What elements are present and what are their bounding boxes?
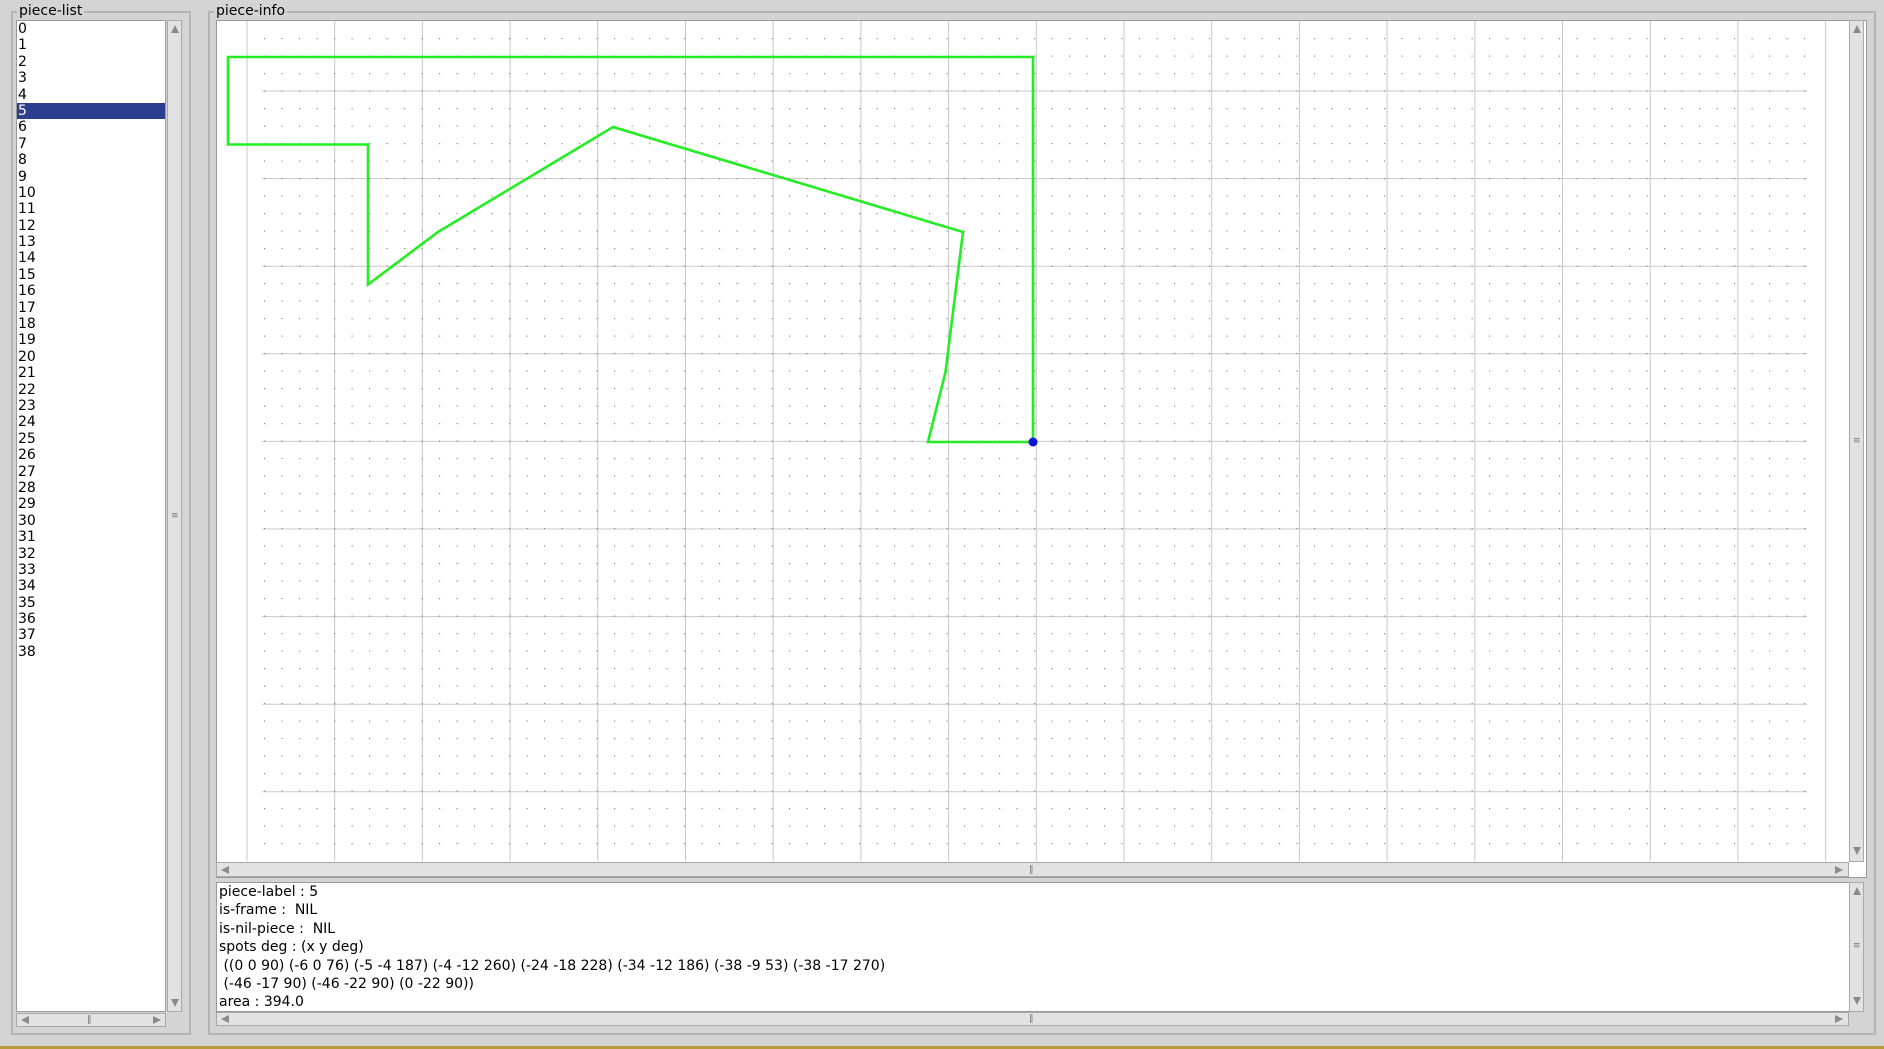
is-frame-line: is-frame : NIL: [219, 902, 318, 919]
piece-list-item[interactable]: 12: [17, 218, 165, 234]
piece-list-item[interactable]: 14: [17, 250, 165, 266]
scroll-left-icon[interactable]: [21, 1016, 29, 1024]
piece-list-item[interactable]: 35: [17, 595, 165, 611]
piece-list-item[interactable]: 19: [17, 332, 165, 348]
scroll-up-icon[interactable]: [171, 25, 179, 33]
scroll-grip-icon[interactable]: ‖: [87, 1015, 92, 1025]
piece-info-text[interactable]: piece-label : 5 is-frame : NIL is-nil-pi…: [216, 882, 1850, 1012]
piece-list-item[interactable]: 13: [17, 234, 165, 250]
piece-list-item[interactable]: 34: [17, 578, 165, 594]
piece-list-item[interactable]: 22: [17, 382, 165, 398]
piece-list-item[interactable]: 32: [17, 546, 165, 562]
origin-spot: [1028, 437, 1038, 447]
canvas-vertical-scrollbar[interactable]: ≡: [1849, 20, 1864, 862]
scroll-up-icon[interactable]: [1853, 25, 1861, 33]
piece-list-item[interactable]: 38: [17, 644, 165, 660]
piece-list-item[interactable]: 37: [17, 627, 165, 643]
piece-list-box[interactable]: 0 1 2 3 4 5 6 7 8 9 10 11 12 13 14 15 16 17 18 19 20 21 22 23 24…: [16, 20, 166, 1012]
spots-values-line: (-46 -17 90) (-46 -22 90) (0 -22 90)): [219, 975, 474, 992]
scroll-down-icon[interactable]: [171, 999, 179, 1007]
scroll-down-icon[interactable]: [1853, 847, 1861, 855]
piece-info-title: piece-info: [214, 2, 288, 20]
piece-list-item[interactable]: 27: [17, 464, 165, 480]
scroll-left-icon[interactable]: [221, 866, 229, 874]
piece-list-item[interactable]: 30: [17, 513, 165, 529]
scroll-left-icon[interactable]: [221, 1015, 229, 1023]
text-vertical-scrollbar[interactable]: ≡: [1849, 882, 1864, 1012]
piece-list-item[interactable]: 1: [17, 37, 165, 53]
piece-list-item[interactable]: 33: [17, 562, 165, 578]
scroll-down-icon[interactable]: [1853, 997, 1861, 1005]
piece-list-item[interactable]: 36: [17, 611, 165, 627]
piece-list-item[interactable]: 17: [17, 300, 165, 316]
piece-canvas[interactable]: [216, 20, 1867, 878]
piece-list-item[interactable]: 10: [17, 185, 165, 201]
piece-list-item[interactable]: 29: [17, 496, 165, 512]
piece-list-item[interactable]: 9: [17, 169, 165, 185]
piece-list-item[interactable]: 6: [17, 119, 165, 135]
scroll-grip-icon[interactable]: ≡: [171, 511, 179, 521]
scroll-up-icon[interactable]: [1853, 887, 1861, 895]
piece-list-item[interactable]: 18: [17, 316, 165, 332]
piece-list-item[interactable]: 7: [17, 136, 165, 152]
scroll-grip-icon[interactable]: ‖: [1029, 1014, 1034, 1024]
text-horizontal-scrollbar[interactable]: ‖: [216, 1012, 1849, 1026]
canvas-horizontal-scrollbar[interactable]: ‖: [216, 862, 1849, 877]
piece-list-item[interactable]: 26: [17, 447, 165, 463]
piece-list-item[interactable]: 25: [17, 431, 165, 447]
piece-drawing: [226, 21, 1827, 861]
piece-list-vertical-scrollbar[interactable]: ≡: [167, 20, 182, 1012]
piece-list-item[interactable]: 24: [17, 414, 165, 430]
piece-list-item[interactable]: 3: [17, 70, 165, 86]
piece-label-line: piece-label : 5: [219, 884, 319, 900]
piece-list-item[interactable]: 0: [17, 21, 165, 37]
piece-list-item[interactable]: 15: [17, 267, 165, 283]
piece-list-horizontal-scrollbar[interactable]: ‖: [16, 1013, 166, 1027]
piece-list-item[interactable]: 5: [17, 102, 165, 120]
scroll-grip-icon[interactable]: ≡: [1853, 436, 1861, 446]
piece-list-item[interactable]: 11: [17, 201, 165, 217]
piece-outline: [226, 55, 1035, 444]
piece-list-item[interactable]: 23: [17, 398, 165, 414]
piece-list-item[interactable]: 2: [17, 54, 165, 70]
scroll-right-icon[interactable]: [1835, 1015, 1843, 1023]
scroll-right-icon[interactable]: [153, 1016, 161, 1024]
scroll-grip-icon[interactable]: ≡: [1853, 941, 1861, 951]
scroll-right-icon[interactable]: [1835, 866, 1843, 874]
piece-list-item[interactable]: 20: [17, 349, 165, 365]
piece-list-title: piece-list: [17, 2, 85, 20]
piece-list-item[interactable]: 4: [17, 87, 165, 103]
area-line: area : 394.0: [219, 994, 304, 1011]
piece-list-item[interactable]: 16: [17, 283, 165, 299]
piece-list-item[interactable]: 31: [17, 529, 165, 545]
piece-list-item[interactable]: 21: [17, 365, 165, 381]
spots-values-line: ((0 0 90) (-6 0 76) (-5 -4 187) (-4 -12 …: [219, 957, 886, 974]
piece-list-item[interactable]: 8: [17, 152, 165, 168]
spots-header-line: spots deg : (x y deg): [219, 939, 364, 956]
scroll-grip-icon[interactable]: ‖: [1029, 865, 1034, 875]
is-nil-piece-line: is-nil-piece : NIL: [219, 920, 336, 937]
piece-list-item[interactable]: 28: [17, 480, 165, 496]
